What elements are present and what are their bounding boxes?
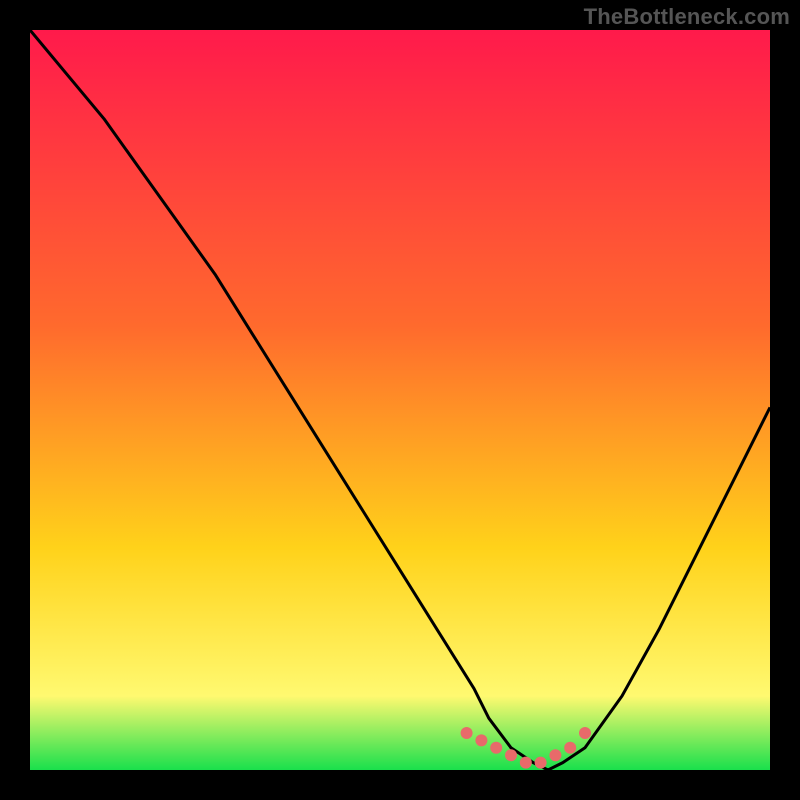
optimal-marker	[535, 757, 547, 769]
watermark-label: TheBottleneck.com	[584, 4, 790, 30]
chart-frame: TheBottleneck.com	[0, 0, 800, 800]
optimal-marker	[505, 749, 517, 761]
optimal-marker	[475, 734, 487, 746]
optimal-marker	[549, 749, 561, 761]
optimal-marker	[461, 727, 473, 739]
optimal-marker	[520, 757, 532, 769]
bottleneck-chart	[30, 30, 770, 770]
plot-area	[30, 30, 770, 770]
optimal-marker	[579, 727, 591, 739]
optimal-marker	[490, 742, 502, 754]
optimal-marker	[564, 742, 576, 754]
gradient-background	[30, 30, 770, 770]
